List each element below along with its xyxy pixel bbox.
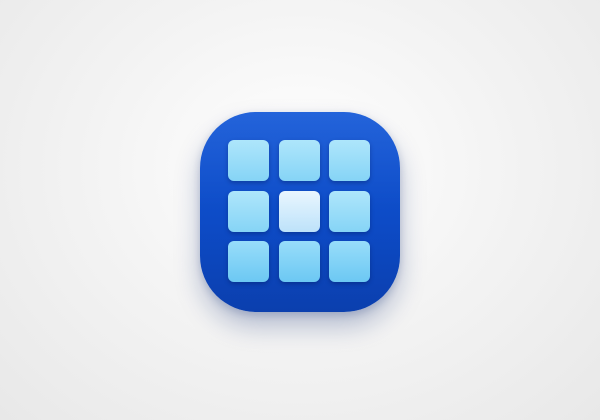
grid-tile-center xyxy=(278,190,320,232)
grid-tile xyxy=(278,241,320,282)
grid-app-icon[interactable] xyxy=(200,112,400,312)
grid-tile xyxy=(329,190,370,232)
tile-grid xyxy=(228,140,370,282)
grid-tile xyxy=(329,140,370,181)
grid-tile xyxy=(228,140,269,181)
grid-tile xyxy=(228,241,269,282)
grid-tile xyxy=(278,140,320,181)
grid-tile xyxy=(329,241,370,282)
grid-tile xyxy=(228,190,269,232)
